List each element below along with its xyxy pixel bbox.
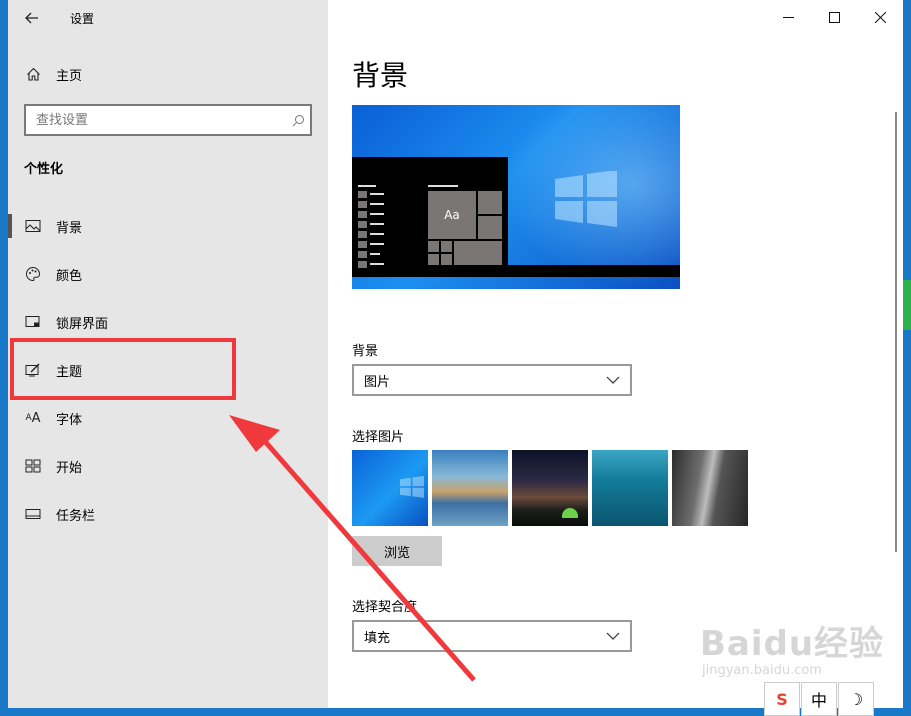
- browse-button[interactable]: 浏览: [352, 536, 442, 566]
- fit-label: 选择契合度: [352, 600, 418, 615]
- start-icon: [24, 457, 42, 475]
- taskbar-icon: [24, 505, 42, 523]
- moon-icon: ☽: [848, 689, 864, 709]
- back-button[interactable]: [8, 0, 56, 36]
- sidebar-item-label: 任务栏: [56, 508, 96, 524]
- minimize-button[interactable]: [765, 0, 811, 34]
- sidebar-item-fonts[interactable]: AA 字体: [8, 394, 328, 442]
- watermark-main: Baidu经验: [700, 624, 885, 664]
- ime-mode-label: 中: [810, 691, 827, 710]
- ime-toolbar: S 中 ☽: [764, 682, 875, 716]
- search-box[interactable]: [24, 104, 312, 136]
- palette-icon: [24, 265, 42, 283]
- preview-tile: [454, 241, 502, 265]
- ime-moon-button[interactable]: ☽: [838, 682, 874, 716]
- home-nav-item[interactable]: 主页: [8, 56, 328, 92]
- thumbnail-windows[interactable]: [352, 450, 428, 526]
- preview-header-line: [358, 185, 376, 187]
- background-preview: Aa: [352, 105, 680, 289]
- scrollbar[interactable]: [895, 112, 897, 552]
- sidebar-item-label: 背景: [56, 220, 83, 236]
- baidu-watermark: Baidu经验 jingyan.baidu.com: [700, 616, 884, 678]
- sidebar-item-label: 开始: [56, 460, 83, 476]
- windows-logo-icon: [400, 476, 424, 498]
- preview-header-line: [428, 185, 458, 187]
- highlight-box-annotation: [10, 338, 236, 400]
- preview-tile: [428, 254, 439, 265]
- thumbnail-beach[interactable]: [432, 450, 508, 526]
- preview-tile: [478, 216, 502, 239]
- window-controls: [765, 0, 903, 34]
- preview-tile: [441, 241, 452, 252]
- sidebar-item-label: 颜色: [56, 268, 83, 284]
- sidebar-item-background[interactable]: 背景: [8, 202, 328, 250]
- lock-screen-icon: [24, 313, 42, 331]
- font-icon: AA: [25, 410, 41, 426]
- chevron-down-icon: [606, 632, 620, 640]
- thumbnail-underwater[interactable]: [592, 450, 668, 526]
- fit-dropdown[interactable]: 填充: [352, 620, 632, 652]
- preview-app-list: [358, 189, 384, 269]
- sidebar-item-colors[interactable]: 颜色: [8, 250, 328, 298]
- titlebar-left: 设置: [8, 0, 328, 36]
- app-title: 设置: [70, 11, 95, 26]
- choose-picture-label: 选择图片: [352, 430, 405, 445]
- search-input[interactable]: [26, 106, 286, 134]
- search-icon[interactable]: [286, 114, 310, 127]
- maximize-button[interactable]: [811, 0, 857, 34]
- preview-tile: [478, 191, 502, 214]
- ime-mode-button[interactable]: 中: [801, 682, 837, 716]
- sogou-icon: S: [776, 689, 788, 709]
- maximize-icon: [828, 11, 840, 23]
- section-title: 个性化: [24, 162, 64, 177]
- main-content: 背景 Aa 背景 图片 选择图片 浏览 选择契合度 填充: [328, 0, 903, 708]
- minimize-icon: [782, 16, 794, 18]
- settings-window: 设置 主页 个性化 背景: [8, 0, 903, 708]
- watermark-sub: jingyan.baidu.com: [702, 663, 822, 678]
- preview-tile: [428, 241, 439, 252]
- close-button[interactable]: [857, 0, 903, 34]
- sidebar-item-start[interactable]: 开始: [8, 442, 328, 490]
- close-icon: [874, 11, 886, 23]
- sidebar-item-label: 锁屏界面: [56, 316, 109, 332]
- picture-thumbnails: [352, 450, 752, 526]
- picture-icon: [24, 217, 42, 235]
- background-type-dropdown[interactable]: 图片: [352, 364, 632, 396]
- preview-tile-large: Aa: [428, 191, 476, 239]
- chevron-down-icon: [606, 376, 620, 384]
- tent-shape: [562, 508, 578, 518]
- preview-tile: [441, 254, 452, 265]
- thumbnail-night-sky[interactable]: [512, 450, 588, 526]
- thumbnail-rock[interactable]: [672, 450, 748, 526]
- back-arrow-icon: [25, 12, 38, 24]
- ime-logo-button[interactable]: S: [764, 682, 800, 716]
- preview-start-menu: Aa: [352, 157, 508, 277]
- home-icon: [24, 65, 42, 83]
- sidebar-item-label: 字体: [56, 412, 83, 428]
- sidebar-item-taskbar[interactable]: 任务栏: [8, 490, 328, 538]
- home-label: 主页: [56, 68, 83, 84]
- background-type-label: 背景: [352, 344, 379, 359]
- page-title: 背景: [352, 59, 409, 92]
- tray-edge: [903, 280, 911, 330]
- windows-logo-icon: [555, 171, 617, 227]
- background-type-value: 图片: [364, 374, 391, 390]
- fit-value: 填充: [364, 630, 391, 646]
